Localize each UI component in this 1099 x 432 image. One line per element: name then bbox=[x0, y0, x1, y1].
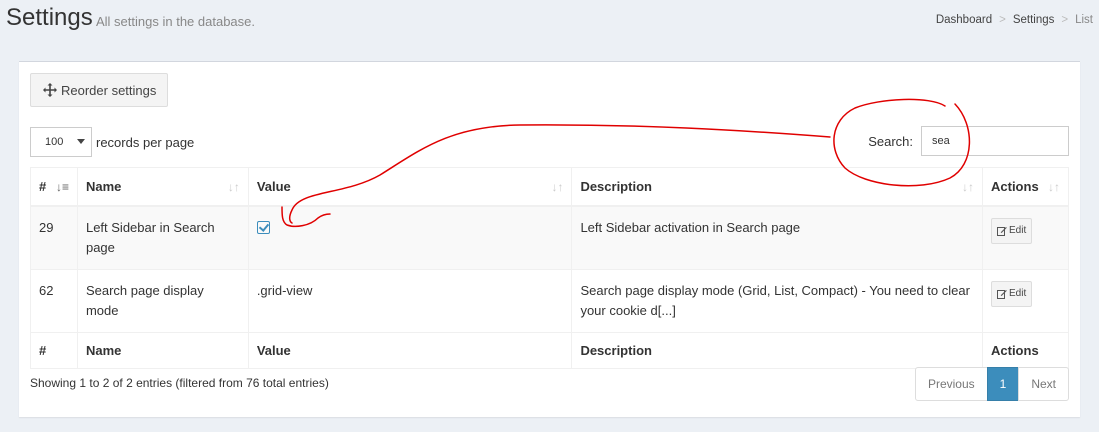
sort-asc-icon: ↓≡ bbox=[55, 180, 69, 194]
page-subtitle: All settings in the database. bbox=[96, 14, 255, 29]
breadcrumb-separator: > bbox=[999, 14, 1006, 26]
pagination-page-1[interactable]: 1 bbox=[986, 367, 1020, 401]
cell-value bbox=[247, 205, 573, 270]
breadcrumb-settings[interactable]: Settings bbox=[1013, 14, 1055, 26]
cell-actions: Edit bbox=[982, 205, 1069, 270]
records-per-page-value: 100 bbox=[45, 136, 64, 148]
check-square-icon bbox=[256, 221, 270, 234]
sort-icon: ↓↑ bbox=[227, 180, 240, 194]
pagination-next[interactable]: Next bbox=[1018, 367, 1069, 401]
edit-icon bbox=[997, 227, 1007, 236]
edit-icon bbox=[997, 290, 1007, 299]
pagination-previous[interactable]: Previous bbox=[914, 367, 988, 401]
sort-icon: ↓↑ bbox=[1048, 180, 1060, 194]
breadcrumb-list: List bbox=[1075, 14, 1093, 26]
footer-header-name: Name bbox=[76, 332, 249, 369]
settings-table: # ↓≡ Name ↓↑ Value ↓↑ Description ↓↑ Actions… bbox=[30, 167, 1069, 369]
footer-header-id: # bbox=[30, 332, 78, 369]
search-input[interactable]: sea bbox=[921, 126, 1069, 156]
caret-down-icon bbox=[77, 139, 85, 144]
sort-icon: ↓↑ bbox=[551, 180, 564, 194]
table-row: 29 Left Sidebar in Search page Left Side… bbox=[30, 205, 1069, 270]
breadcrumb-dashboard[interactable]: Dashboard bbox=[936, 14, 992, 26]
sort-icon: ↓↑ bbox=[962, 180, 974, 194]
table-info: Showing 1 to 2 of 2 entries (filtered fr… bbox=[30, 376, 329, 390]
search-area: Search: sea bbox=[868, 126, 1069, 156]
cell-description: Search page display mode (Grid, List, Co… bbox=[571, 269, 983, 333]
breadcrumb: Dashboard > Settings > List bbox=[936, 14, 1093, 26]
cell-actions: Edit bbox=[982, 269, 1069, 333]
cell-name: Left Sidebar in Search page bbox=[76, 205, 249, 270]
search-label: Search: bbox=[868, 133, 913, 149]
search-input-value: sea bbox=[932, 135, 950, 147]
settings-box: Reorder settings 100 records per page Se… bbox=[19, 61, 1080, 417]
cell-id: 29 bbox=[30, 205, 78, 270]
records-per-page: 100 records per page bbox=[30, 127, 194, 157]
cell-description: Left Sidebar activation in Search page bbox=[571, 205, 983, 270]
cell-name: Search page display mode bbox=[76, 269, 249, 333]
breadcrumb-separator: > bbox=[1061, 14, 1069, 26]
pagination: Previous 1 Next bbox=[914, 367, 1069, 401]
footer-header-value: Value bbox=[247, 332, 573, 369]
records-per-page-label: records per page bbox=[96, 134, 195, 150]
move-icon bbox=[43, 83, 57, 97]
column-header-value[interactable]: Value ↓↑ bbox=[247, 167, 573, 207]
column-header-name[interactable]: Name ↓↑ bbox=[76, 167, 249, 207]
table-row: 62 Search page display mode .grid-view S… bbox=[30, 269, 1069, 333]
reorder-settings-button[interactable]: Reorder settings bbox=[30, 73, 168, 107]
records-per-page-select[interactable]: 100 bbox=[30, 127, 92, 157]
edit-button[interactable]: Edit bbox=[991, 281, 1033, 307]
footer-header-actions: Actions bbox=[982, 332, 1069, 369]
footer-header-description: Description bbox=[571, 332, 983, 369]
column-header-actions[interactable]: Actions ↓↑ bbox=[982, 167, 1069, 207]
column-header-description[interactable]: Description ↓↑ bbox=[571, 167, 983, 207]
cell-id: 62 bbox=[30, 269, 78, 333]
page-title: Settings bbox=[6, 4, 93, 31]
cell-value: .grid-view bbox=[247, 269, 573, 333]
reorder-settings-label: Reorder settings bbox=[61, 82, 157, 98]
column-header-id[interactable]: # ↓≡ bbox=[30, 167, 78, 207]
edit-button[interactable]: Edit bbox=[991, 218, 1033, 244]
